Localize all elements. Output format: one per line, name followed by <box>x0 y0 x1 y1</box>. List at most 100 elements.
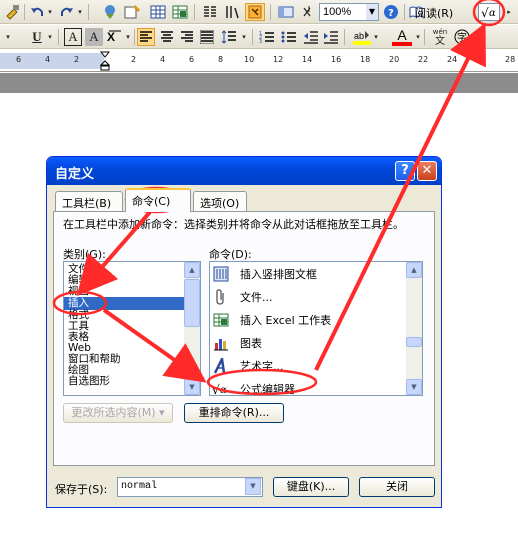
numbering-icon[interactable]: 123 <box>258 28 276 46</box>
command-item[interactable]: 插入 Excel 工作表 <box>210 309 408 331</box>
tables-borders-icon[interactable] <box>122 3 142 21</box>
tab-commands[interactable]: 命令(C) <box>125 188 191 212</box>
underline-dropdown-icon[interactable]: ▾ <box>46 28 54 46</box>
dialog-title: 自定义 <box>55 167 95 182</box>
bullets-icon[interactable] <box>280 28 298 46</box>
font-color-dropdown-icon[interactable]: ▾ <box>414 28 422 46</box>
ruler-tick-label: 8 <box>218 55 224 64</box>
undo-dropdown-icon[interactable]: ▾ <box>46 3 54 21</box>
tab-toolbars[interactable]: 工具栏(B) <box>55 191 123 211</box>
align-right-icon[interactable] <box>178 28 196 46</box>
tab-options[interactable]: 选项(O) <box>193 191 247 211</box>
highlight-dropdown-icon[interactable]: ▾ <box>372 28 380 46</box>
format-painter-icon[interactable] <box>2 3 22 21</box>
toolbar-separator <box>404 4 405 20</box>
hyperlink-icon[interactable] <box>100 3 120 21</box>
document-map-icon[interactable] <box>276 3 296 21</box>
highlight-icon[interactable]: ab <box>352 28 372 46</box>
scroll-thumb[interactable] <box>184 279 200 327</box>
ruler-tick-label: 14 <box>302 55 313 64</box>
standard-toolbar: ▾ ▾ 100% ▼ ? 阅读(R) √ α ▸ <box>0 0 518 24</box>
ruler-tick-label: 24 <box>447 55 458 64</box>
read-mode-label: 阅读 <box>415 7 437 20</box>
close-icon[interactable]: ✕ <box>417 161 437 181</box>
redo-dropdown-icon[interactable]: ▾ <box>76 3 84 21</box>
command-label: 插入竖排图文框 <box>240 268 317 281</box>
modify-selection-button[interactable]: 更改所选内容(M) ▾ <box>63 403 173 423</box>
redo-icon[interactable] <box>58 3 76 21</box>
insert-excel-icon[interactable] <box>170 3 190 21</box>
svg-text:X: X <box>107 30 115 44</box>
scaling-dropdown-icon[interactable]: ▾ <box>124 28 132 46</box>
toolbar-options-icon[interactable]: ▾ <box>476 28 484 46</box>
decrease-indent-icon[interactable] <box>302 28 320 46</box>
command-item[interactable]: 插入竖排图文框 <box>210 263 408 285</box>
underline-button[interactable]: U <box>28 28 46 46</box>
list-item[interactable]: 自选图形 <box>64 376 200 387</box>
svg-text:ab: ab <box>354 31 364 41</box>
chart-icon <box>210 332 232 354</box>
scroll-up-icon[interactable]: ▲ <box>406 262 422 278</box>
svg-text:3: 3 <box>259 39 262 44</box>
line-spacing-icon[interactable] <box>220 28 238 46</box>
enclose-characters-icon[interactable]: 字 <box>452 28 472 46</box>
categories-listbox[interactable]: 文件 编辑 视图 插入 格式 工具 表格 Web 窗口和帮助 绘图 自选图形 ▲… <box>63 261 201 396</box>
justify-icon[interactable] <box>198 28 216 46</box>
ruler-tick-label: 10 <box>244 55 255 64</box>
character-scaling-icon[interactable]: X <box>106 28 124 46</box>
drawing-icon[interactable] <box>222 3 242 21</box>
keyboard-button[interactable]: 键盘(K)... <box>273 477 349 497</box>
save-in-dropdown-icon[interactable]: ▼ <box>245 478 261 495</box>
paperclip-icon <box>210 286 232 308</box>
command-item[interactable]: 文件... <box>210 286 408 308</box>
close-button[interactable]: 关闭 <box>359 477 435 497</box>
toolbar-grip-icon: ▾ <box>6 33 10 41</box>
read-mode-button[interactable]: 阅读(R) <box>415 5 453 21</box>
list-item[interactable]: 视图 <box>64 286 200 297</box>
show-hide-icon[interactable] <box>245 3 265 21</box>
command-item[interactable]: √ α 公式编辑器 <box>210 378 408 396</box>
zoom-dropdown-icon[interactable]: ▼ <box>366 4 378 20</box>
dialog-titlebar[interactable]: 自定义 ? ✕ <box>47 157 441 185</box>
commands-listbox[interactable]: 插入竖排图文框 文件... 插入 Excel 工作表 图表 艺术字... √ α… <box>209 261 423 396</box>
line-spacing-dropdown-icon[interactable]: ▾ <box>240 28 248 46</box>
help-icon[interactable]: ? <box>382 3 400 21</box>
command-label: 公式编辑器 <box>240 383 295 396</box>
commands-scrollbar[interactable]: ▲ ▼ <box>406 262 422 395</box>
ruler-tick-label: 2 <box>74 55 80 64</box>
toolbar-options-icon[interactable]: ▸ <box>504 3 514 21</box>
character-shading-button[interactable]: A <box>85 28 103 46</box>
toolbar-separator <box>88 4 89 20</box>
toolbar-separator <box>58 29 59 45</box>
align-left-icon[interactable] <box>137 28 155 46</box>
increase-indent-icon[interactable] <box>322 28 340 46</box>
rearrange-commands-button[interactable]: 重排命令(R)... <box>184 403 284 423</box>
indent-marker-icon[interactable] <box>100 51 110 71</box>
command-label: 文件... <box>240 291 273 304</box>
font-color-button[interactable]: A <box>392 27 412 46</box>
scroll-up-icon[interactable]: ▲ <box>184 262 200 278</box>
ruler-tick-label: 18 <box>360 55 371 64</box>
command-item[interactable]: 图表 <box>210 332 408 354</box>
character-border-button[interactable]: A <box>64 28 82 46</box>
insert-table-icon[interactable] <box>148 3 168 21</box>
pilcrow-icon[interactable] <box>298 3 316 21</box>
horizontal-ruler[interactable]: 6 4 2 2 4 6 8 10 12 14 16 18 20 22 24 26… <box>0 50 518 72</box>
ruler-tick-label: 28 <box>505 55 516 64</box>
scroll-thumb[interactable] <box>406 337 422 347</box>
save-in-select[interactable]: normal <box>117 477 263 497</box>
ruler-tick-label: 6 <box>189 55 195 64</box>
equation-icon: √ α <box>210 378 232 395</box>
help-button[interactable]: ? <box>395 161 415 181</box>
undo-icon[interactable] <box>28 3 46 21</box>
equation-editor-toolbar-button[interactable]: √ α <box>478 3 500 21</box>
scroll-down-icon[interactable]: ▼ <box>184 379 200 395</box>
toolbar-separator <box>344 29 345 45</box>
ruler-tick-label: 2 <box>131 55 137 64</box>
scroll-down-icon[interactable]: ▼ <box>406 379 422 395</box>
categories-scrollbar[interactable]: ▲ ▼ <box>184 262 200 395</box>
command-item[interactable]: 艺术字... <box>210 355 408 377</box>
align-center-icon[interactable] <box>158 28 176 46</box>
phonetic-guide-button[interactable]: wén 文 <box>428 28 452 47</box>
columns-icon[interactable] <box>200 3 220 21</box>
